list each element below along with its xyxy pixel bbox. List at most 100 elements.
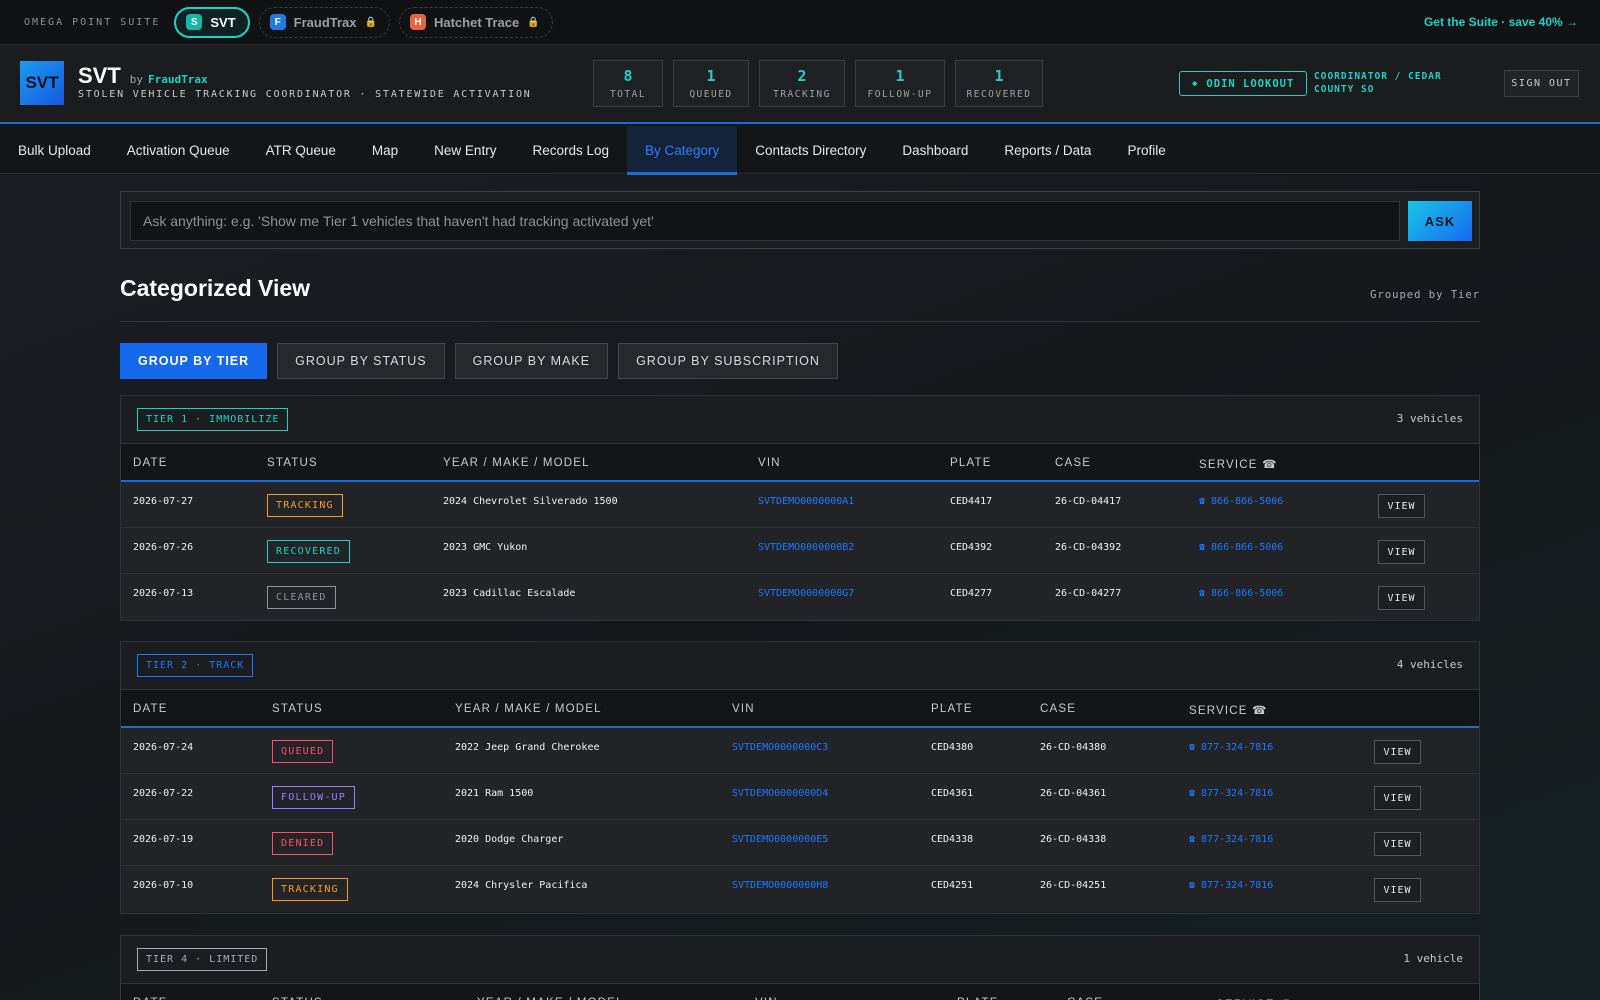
table-row[interactable]: 2026-07-26 RECOVERED 2023 GMC Yukon SVTD…	[121, 528, 1479, 574]
table-row[interactable]: 2026-07-22 FOLLOW-UP 2021 Ram 1500 SVTDE…	[121, 774, 1479, 820]
ask-button[interactable]: ASK	[1408, 201, 1472, 241]
group-by-make-button[interactable]: GROUP BY MAKE	[454, 343, 609, 379]
brand-fraudtrax: FraudTrax	[148, 73, 208, 86]
vehicle-count: 3 vehicles	[1396, 412, 1463, 425]
nav-activation-queue[interactable]: Activation Queue	[109, 126, 248, 174]
row-plate: CED4392	[950, 542, 993, 553]
vin-link[interactable]: SVTDEMO0000000A1	[758, 496, 854, 507]
ask-bar: Ask anything: e.g. 'Show me Tier 1 vehic…	[120, 191, 1480, 249]
service-phone-link[interactable]: ☎ 877-324-7816	[1189, 788, 1273, 799]
app-tab-fraudtrax[interactable]: F FraudTrax 🔒	[258, 6, 390, 38]
suite-name: OMEGA POINT SUITE	[24, 16, 161, 28]
col-service: SERVICE ☎	[1199, 459, 1278, 471]
row-vehicle: 2020 Dodge Charger	[455, 834, 564, 845]
vin-link[interactable]: SVTDEMO0000000B2	[758, 542, 854, 553]
view-button[interactable]: VIEW	[1374, 878, 1421, 902]
view-button[interactable]: VIEW	[1374, 786, 1421, 810]
stat-label: TOTAL	[609, 89, 647, 100]
row-vehicle: 2024 Chrysler Pacifica	[455, 880, 588, 891]
group-by-subscription-button[interactable]: GROUP BY SUBSCRIPTION	[618, 343, 838, 379]
row-case: 26-CD-04361	[1040, 788, 1107, 799]
odin-lookout-button[interactable]: ◆ ODIN LOOKOUT	[1179, 71, 1308, 96]
svt-logo: SVT	[20, 61, 64, 105]
nav-by-category[interactable]: By Category	[627, 126, 738, 175]
lock-icon: 🔒	[527, 16, 540, 28]
app-badge-icon: F	[269, 14, 286, 30]
service-phone-link[interactable]: ☎ 877-324-7816	[1189, 880, 1273, 891]
nav-bulk-upload[interactable]: Bulk Upload	[0, 126, 109, 174]
app-header: SVT SVT by FraudTrax STOLEN VEHICLE TRAC…	[0, 45, 1600, 124]
nav-atr-queue[interactable]: ATR Queue	[248, 126, 354, 174]
nav-reports-data[interactable]: Reports / Data	[986, 126, 1109, 174]
nav-profile[interactable]: Profile	[1109, 126, 1183, 174]
brand-by: by	[129, 73, 144, 86]
service-phone-link[interactable]: ☎ 866-866-5006	[1199, 588, 1283, 599]
service-phone-link[interactable]: ☎ 866-866-5006	[1199, 496, 1283, 507]
status-badge: QUEUED	[272, 740, 334, 763]
ask-input[interactable]: Ask anything: e.g. 'Show me Tier 1 vehic…	[130, 201, 1400, 241]
nav-contacts-directory[interactable]: Contacts Directory	[737, 126, 884, 174]
vehicle-count: 4 vehicles	[1396, 658, 1463, 671]
app-tab-hatchet-trace[interactable]: H Hatchet Trace 🔒	[398, 6, 553, 38]
nav-map[interactable]: Map	[354, 126, 416, 174]
promo-link[interactable]: Get the Suite · save 40% →	[1424, 15, 1578, 29]
nav-dashboard[interactable]: Dashboard	[884, 126, 986, 174]
tier-header: TIER 1 · IMMOBILIZE 3 vehicles	[121, 396, 1479, 443]
tagline: STOLEN VEHICLE TRACKING COORDINATOR · ST…	[78, 89, 532, 100]
row-plate: CED4338	[931, 834, 974, 845]
status-badge: RECOVERED	[267, 540, 350, 563]
row-vehicle: 2021 Ram 1500	[455, 788, 534, 799]
stat-recovered[interactable]: 1 RECOVERED	[955, 60, 1043, 107]
view-button[interactable]: VIEW	[1374, 832, 1421, 856]
tier-header: TIER 2 · TRACK 4 vehicles	[121, 642, 1479, 689]
col-plate: PLATE	[931, 703, 973, 715]
sign-out-button[interactable]: SIGN OUT	[1504, 70, 1579, 97]
table-row[interactable]: 2026-07-24 QUEUED 2022 Jeep Grand Cherok…	[121, 728, 1479, 774]
col-vehicle: YEAR / MAKE / MODEL	[455, 703, 602, 715]
tier-panel-2: TIER 2 · TRACK 4 vehicles DATE STATUS YE…	[120, 641, 1480, 914]
view-button[interactable]: VIEW	[1378, 586, 1425, 610]
status-badge: DENIED	[272, 832, 334, 855]
phone-icon: ☎	[1199, 542, 1206, 553]
table-row[interactable]: 2026-07-27 TRACKING 2024 Chevrolet Silve…	[121, 482, 1479, 528]
app-tab-label: SVT	[210, 14, 236, 30]
group-by-tier-button[interactable]: GROUP BY TIER	[120, 343, 268, 379]
view-button[interactable]: VIEW	[1378, 494, 1425, 518]
row-case: 26-CD-04277	[1055, 588, 1122, 599]
stat-value: 2	[797, 67, 807, 85]
app-tab-label: FraudTrax	[293, 14, 357, 30]
service-phone-link[interactable]: ☎ 877-324-7816	[1189, 742, 1273, 753]
tier-panel-1: TIER 1 · IMMOBILIZE 3 vehicles DATE STAT…	[120, 395, 1480, 621]
phone-icon: ☎	[1189, 742, 1196, 753]
nav-new-entry[interactable]: New Entry	[416, 126, 514, 174]
nav-records-log[interactable]: Records Log	[514, 126, 627, 174]
app-tab-svt[interactable]: S SVT	[174, 6, 250, 38]
table-header: DATE STATUS YEAR / MAKE / MODEL VIN PLAT…	[121, 983, 1479, 1000]
group-by-controls: GROUP BY TIER GROUP BY STATUS GROUP BY M…	[120, 343, 848, 379]
vin-link[interactable]: SVTDEMO0000000C3	[732, 742, 828, 753]
vin-link[interactable]: SVTDEMO0000000G7	[758, 588, 854, 599]
view-button[interactable]: VIEW	[1378, 540, 1425, 564]
col-status: STATUS	[267, 457, 318, 469]
view-button[interactable]: VIEW	[1374, 740, 1421, 764]
service-phone-link[interactable]: ☎ 877-324-7816	[1189, 834, 1273, 845]
vin-link[interactable]: SVTDEMO0000000E5	[732, 834, 828, 845]
stat-tracking[interactable]: 2 TRACKING	[759, 60, 845, 107]
vin-link[interactable]: SVTDEMO0000000H8	[732, 880, 828, 891]
phone-icon: ☎	[1199, 588, 1206, 599]
table-row[interactable]: 2026-07-10 TRACKING 2024 Chrysler Pacifi…	[121, 866, 1479, 912]
row-vehicle: 2024 Chevrolet Silverado 1500	[443, 496, 618, 507]
stat-total[interactable]: 8 TOTAL	[593, 60, 663, 107]
row-vehicle: 2023 Cadillac Escalade	[443, 588, 576, 599]
vin-link[interactable]: SVTDEMO0000000D4	[732, 788, 828, 799]
group-by-status-button[interactable]: GROUP BY STATUS	[277, 343, 445, 379]
service-phone: 877-324-7816	[1201, 788, 1274, 799]
table-row[interactable]: 2026-07-13 CLEARED 2023 Cadillac Escalad…	[121, 574, 1479, 620]
stat-follow-up[interactable]: 1 FOLLOW-UP	[855, 60, 945, 107]
table-row[interactable]: 2026-07-19 DENIED 2020 Dodge Charger SVT…	[121, 820, 1479, 866]
stat-queued[interactable]: 1 QUEUED	[673, 60, 749, 107]
app-badge-icon: S	[186, 14, 203, 30]
coordinator-label: COORDINATOR / CEDAR COUNTY SO	[1314, 71, 1442, 95]
row-date: 2026-07-24	[133, 742, 194, 753]
service-phone-link[interactable]: ☎ 866-866-5006	[1199, 542, 1283, 553]
